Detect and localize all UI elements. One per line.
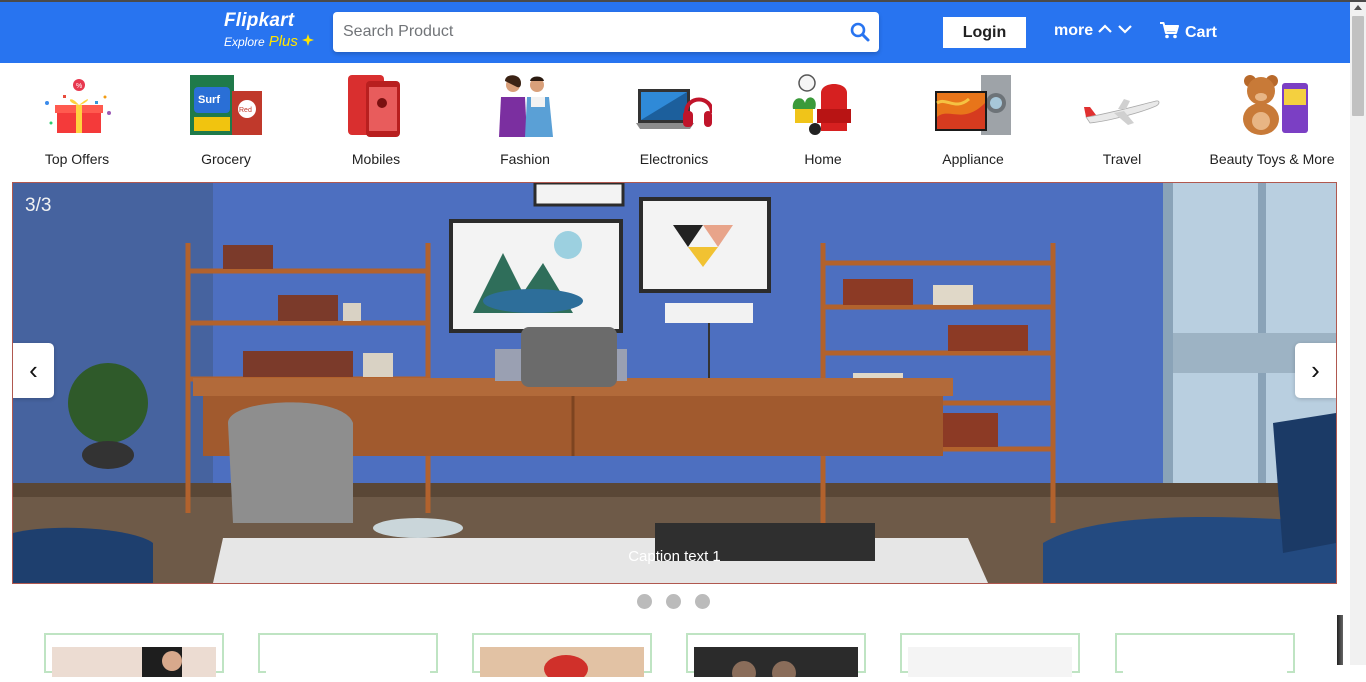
scroll-up-arrow-icon[interactable] xyxy=(1354,5,1362,10)
plus-star-icon xyxy=(301,34,314,49)
product-card[interactable] xyxy=(472,633,652,682)
category-label: Travel xyxy=(1102,151,1142,167)
logo-tagline: Explore Plus xyxy=(224,33,314,50)
category-grocery[interactable]: Surf Red Grocery xyxy=(156,63,296,181)
category-beauty-toys[interactable]: Beauty Toys & More xyxy=(1202,63,1342,181)
slide-caption: Caption text 1 xyxy=(628,548,721,565)
product-image xyxy=(694,647,858,682)
mobile-phone-icon xyxy=(338,73,414,139)
category-fashion[interactable]: Fashion xyxy=(455,63,595,181)
cart-icon xyxy=(1160,22,1179,44)
cart-label: Cart xyxy=(1185,24,1218,41)
carousel-dot[interactable] xyxy=(695,594,710,609)
search-bar xyxy=(333,12,879,52)
category-electronics[interactable]: Electronics xyxy=(604,63,744,181)
category-label: Home xyxy=(804,151,842,167)
category-home[interactable]: Home xyxy=(753,63,893,181)
carousel-dots xyxy=(637,594,710,609)
category-label: Fashion xyxy=(500,151,550,167)
svg-text:%: % xyxy=(76,83,82,90)
product-card[interactable] xyxy=(44,633,224,677)
product-card[interactable] xyxy=(900,633,1080,677)
product-image xyxy=(52,647,216,677)
gift-offers-icon: % xyxy=(39,73,115,139)
product-image xyxy=(908,647,1072,677)
home-furniture-icon xyxy=(785,73,861,139)
page-edge-shadow xyxy=(1337,615,1343,665)
category-label: Grocery xyxy=(201,151,251,167)
search-icon[interactable] xyxy=(849,21,871,43)
carousel-dot[interactable] xyxy=(666,594,681,609)
slide-counter: 3/3 xyxy=(25,195,52,216)
category-appliance[interactable]: Appliance xyxy=(903,63,1043,181)
more-label: more xyxy=(1054,22,1094,39)
svg-text:Surf: Surf xyxy=(198,94,220,106)
chevron-up-icon xyxy=(1097,22,1113,40)
category-label: Beauty Toys & More xyxy=(1209,151,1335,167)
svg-text:Red: Red xyxy=(239,107,252,114)
product-card[interactable] xyxy=(1115,633,1295,677)
product-image xyxy=(1123,647,1287,677)
carousel-slide-image[interactable] xyxy=(13,183,1336,583)
grocery-icon: Surf Red xyxy=(188,73,264,139)
category-label: Top Offers xyxy=(44,151,110,167)
teddy-bear-icon xyxy=(1234,73,1310,139)
tv-washer-icon xyxy=(935,73,1011,139)
fashion-icon xyxy=(487,73,563,139)
product-image xyxy=(266,647,430,677)
product-card[interactable] xyxy=(686,633,866,682)
category-label: Appliance xyxy=(942,151,1004,167)
laptop-headphones-icon xyxy=(636,73,714,139)
category-mobiles[interactable]: Mobiles xyxy=(306,63,446,181)
chevron-down-icon xyxy=(1117,22,1133,40)
category-travel[interactable]: Travel xyxy=(1052,63,1192,181)
logo-plus-text: Plus xyxy=(268,33,298,50)
cart-link[interactable]: Cart xyxy=(1160,22,1217,44)
chevron-left-icon: ‹ xyxy=(29,355,38,385)
category-label: Electronics xyxy=(639,151,709,167)
category-top-offers[interactable]: % Top Offers xyxy=(7,63,147,181)
logo-explore-text: Explore xyxy=(224,35,265,49)
product-card[interactable] xyxy=(258,633,438,677)
chevron-right-icon: › xyxy=(1311,355,1320,385)
search-input[interactable] xyxy=(333,12,833,52)
hero-carousel: 3/3 Caption text 1 ‹ › xyxy=(12,182,1337,584)
login-button[interactable]: Login xyxy=(943,17,1026,48)
carousel-next-button[interactable]: › xyxy=(1295,343,1336,398)
flipkart-logo[interactable]: Flipkart Explore Plus xyxy=(224,10,314,50)
product-image xyxy=(480,647,644,682)
category-strip: % Top Offers Surf Red Grocery Mobiles Fa… xyxy=(0,63,1350,181)
category-label: Mobiles xyxy=(351,151,401,167)
vertical-scrollbar[interactable] xyxy=(1350,2,1366,665)
airplane-icon xyxy=(1084,73,1160,139)
more-menu[interactable]: more xyxy=(1054,22,1133,40)
carousel-prev-button[interactable]: ‹ xyxy=(13,343,54,398)
scrollbar-thumb[interactable] xyxy=(1352,16,1364,116)
carousel-dot[interactable] xyxy=(637,594,652,609)
logo-text: Flipkart xyxy=(224,10,295,31)
top-navbar: Flipkart Explore Plus Login more xyxy=(0,2,1350,63)
